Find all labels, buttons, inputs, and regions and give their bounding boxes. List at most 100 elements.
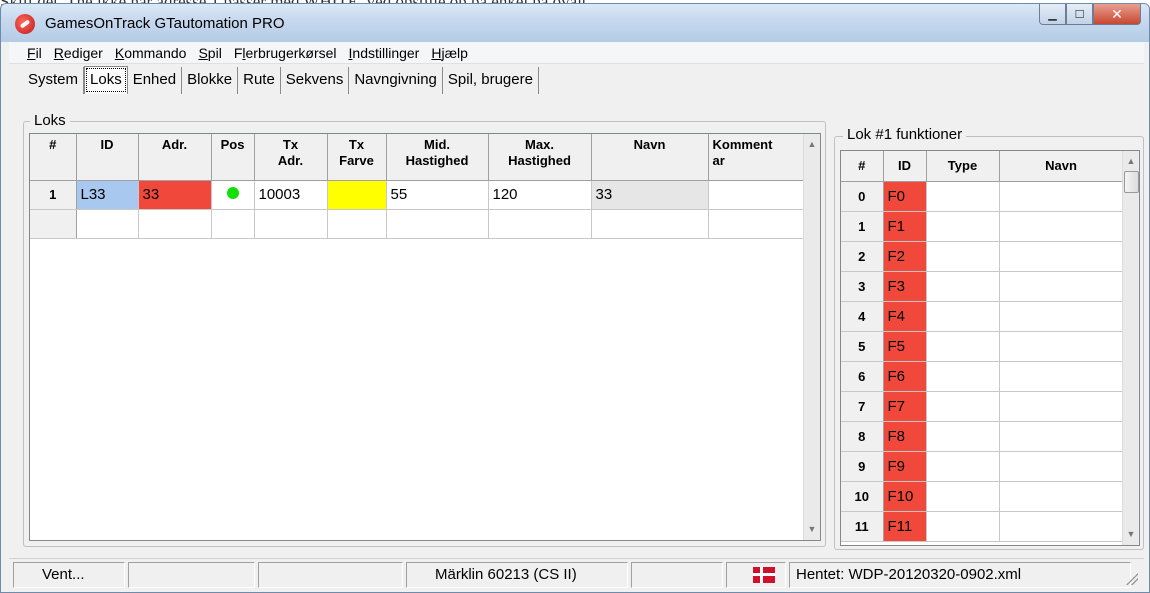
- cell-function-type[interactable]: [926, 391, 1000, 422]
- resize-grip-icon[interactable]: [1126, 573, 1138, 585]
- cell-max-speed[interactable]: 120: [488, 180, 592, 210]
- functions-column-header[interactable]: Navn: [999, 151, 1124, 182]
- cell-function-id[interactable]: F3: [883, 271, 927, 302]
- cell-function-type[interactable]: [926, 331, 1000, 362]
- functions-column-header[interactable]: #: [841, 151, 884, 182]
- cell-function-id[interactable]: F5: [883, 331, 927, 362]
- cell-function-type[interactable]: [926, 421, 1000, 452]
- empty-cell[interactable]: [254, 209, 328, 239]
- cell-function-name[interactable]: [999, 181, 1124, 212]
- table-row[interactable]: 7 F7: [841, 391, 1124, 422]
- functions-grid[interactable]: # ID Type Navn 0 F0 1 F1 2 F2 3 F3 4 F4 5 F5 6 F6 7 F7 8 F8 9…: [840, 150, 1140, 546]
- menu-item-1[interactable]: Rediger: [54, 45, 103, 61]
- loks-column-header[interactable]: #: [30, 134, 77, 181]
- menu-item-5[interactable]: Indstillinger: [349, 45, 420, 61]
- functions-vertical-scrollbar[interactable]: ▲ ▼: [1122, 151, 1139, 545]
- table-row[interactable]: 8 F8: [841, 421, 1124, 452]
- table-row[interactable]: 1 L33 33 10003 55 120 33: [30, 180, 805, 210]
- scroll-down-icon[interactable]: ▼: [1123, 526, 1139, 543]
- functions-column-header[interactable]: ID: [883, 151, 927, 182]
- table-row[interactable]: 1 F1: [841, 211, 1124, 242]
- cell-function-id[interactable]: F0: [883, 181, 927, 212]
- table-row[interactable]: 10 F10: [841, 481, 1124, 512]
- empty-cell[interactable]: [76, 209, 139, 239]
- tab-loks[interactable]: Loks: [84, 66, 128, 94]
- cell-function-name[interactable]: [999, 241, 1124, 272]
- menu-item-3[interactable]: Spil: [198, 45, 221, 61]
- scroll-up-icon[interactable]: ▲: [1123, 153, 1139, 170]
- empty-cell[interactable]: [211, 209, 255, 239]
- table-row[interactable]: 4 F4: [841, 301, 1124, 332]
- scroll-thumb[interactable]: [1124, 171, 1139, 193]
- table-row[interactable]: 3 F3: [841, 271, 1124, 302]
- cell-function-id[interactable]: F2: [883, 241, 927, 272]
- cell-function-id[interactable]: F4: [883, 301, 927, 332]
- cell-function-id[interactable]: F1: [883, 211, 927, 242]
- empty-cell[interactable]: [488, 209, 592, 239]
- cell-tx-color[interactable]: [327, 180, 387, 210]
- cell-function-type[interactable]: [926, 301, 1000, 332]
- cell-function-type[interactable]: [926, 211, 1000, 242]
- scroll-up-icon[interactable]: ▲: [804, 136, 820, 153]
- cell-function-name[interactable]: [999, 391, 1124, 422]
- cell-function-id[interactable]: F10: [883, 481, 927, 512]
- empty-cell[interactable]: [138, 209, 212, 239]
- cell-function-name[interactable]: [999, 451, 1124, 482]
- cell-position[interactable]: [211, 180, 255, 210]
- cell-function-type[interactable]: [926, 241, 1000, 272]
- cell-mid-speed[interactable]: 55: [386, 180, 489, 210]
- tab-enhed[interactable]: Enhed: [127, 67, 183, 94]
- cell-function-id[interactable]: F6: [883, 361, 927, 392]
- loks-column-header[interactable]: Mid. Hastighed: [386, 134, 489, 181]
- cell-name[interactable]: 33: [591, 180, 709, 210]
- cell-function-type[interactable]: [926, 181, 1000, 212]
- cell-address[interactable]: 33: [138, 180, 212, 210]
- table-row[interactable]: 5 F5: [841, 331, 1124, 362]
- close-button[interactable]: ✕: [1093, 4, 1141, 25]
- title-bar[interactable]: GamesOnTrack GTautomation PRO ▁ ☐ ✕: [1, 4, 1149, 42]
- loks-column-header[interactable]: ID: [76, 134, 139, 181]
- loks-column-header[interactable]: Tx Adr.: [254, 134, 328, 181]
- functions-column-header[interactable]: Type: [926, 151, 1000, 182]
- table-row[interactable]: 9 F9: [841, 451, 1124, 482]
- cell-function-id[interactable]: F11: [883, 511, 927, 542]
- menu-item-6[interactable]: Hjælp: [431, 45, 468, 61]
- loks-column-header[interactable]: Pos: [211, 134, 255, 181]
- cell-function-id[interactable]: F8: [883, 421, 927, 452]
- scroll-down-icon[interactable]: ▼: [804, 521, 820, 538]
- cell-comment[interactable]: [708, 180, 805, 210]
- loks-column-header[interactable]: Tx Farve: [327, 134, 387, 181]
- loks-column-header[interactable]: Adr.: [138, 134, 212, 181]
- cell-function-type[interactable]: [926, 511, 1000, 542]
- cell-tx-address[interactable]: 10003: [254, 180, 328, 210]
- cell-function-type[interactable]: [926, 271, 1000, 302]
- cell-function-name[interactable]: [999, 331, 1124, 362]
- menu-item-0[interactable]: Fil: [27, 45, 42, 61]
- tab-spil-brugere[interactable]: Spil, brugere: [442, 67, 539, 94]
- minimize-button[interactable]: ▁: [1039, 4, 1066, 25]
- menu-item-4[interactable]: Flerbrugerkørsel: [234, 45, 337, 61]
- table-row[interactable]: 11 F11: [841, 511, 1124, 542]
- cell-function-id[interactable]: F9: [883, 451, 927, 482]
- cell-function-name[interactable]: [999, 361, 1124, 392]
- cell-function-name[interactable]: [999, 211, 1124, 242]
- table-row[interactable]: 2 F2: [841, 241, 1124, 272]
- empty-cell[interactable]: [708, 209, 805, 239]
- tab-navngivning[interactable]: Navngivning: [349, 67, 443, 94]
- maximize-button[interactable]: ☐: [1066, 4, 1093, 25]
- cell-function-id[interactable]: F7: [883, 391, 927, 422]
- loks-column-header[interactable]: Komment ar: [708, 134, 805, 181]
- loks-column-header[interactable]: Max. Hastighed: [488, 134, 592, 181]
- cell-function-type[interactable]: [926, 361, 1000, 392]
- loks-column-header[interactable]: Navn: [591, 134, 709, 181]
- cell-function-type[interactable]: [926, 451, 1000, 482]
- cell-function-name[interactable]: [999, 481, 1124, 512]
- table-row-new[interactable]: [30, 209, 805, 239]
- cell-function-type[interactable]: [926, 481, 1000, 512]
- loks-grid[interactable]: # ID Adr. Pos Tx Adr. Tx Farve Mid. Hastighed M…: [29, 133, 821, 541]
- tab-sekvens[interactable]: Sekvens: [280, 67, 350, 94]
- cell-id[interactable]: L33: [76, 180, 139, 210]
- cell-function-name[interactable]: [999, 421, 1124, 452]
- menu-item-2[interactable]: Kommando: [115, 45, 187, 61]
- loks-vertical-scrollbar[interactable]: ▲ ▼: [803, 134, 820, 540]
